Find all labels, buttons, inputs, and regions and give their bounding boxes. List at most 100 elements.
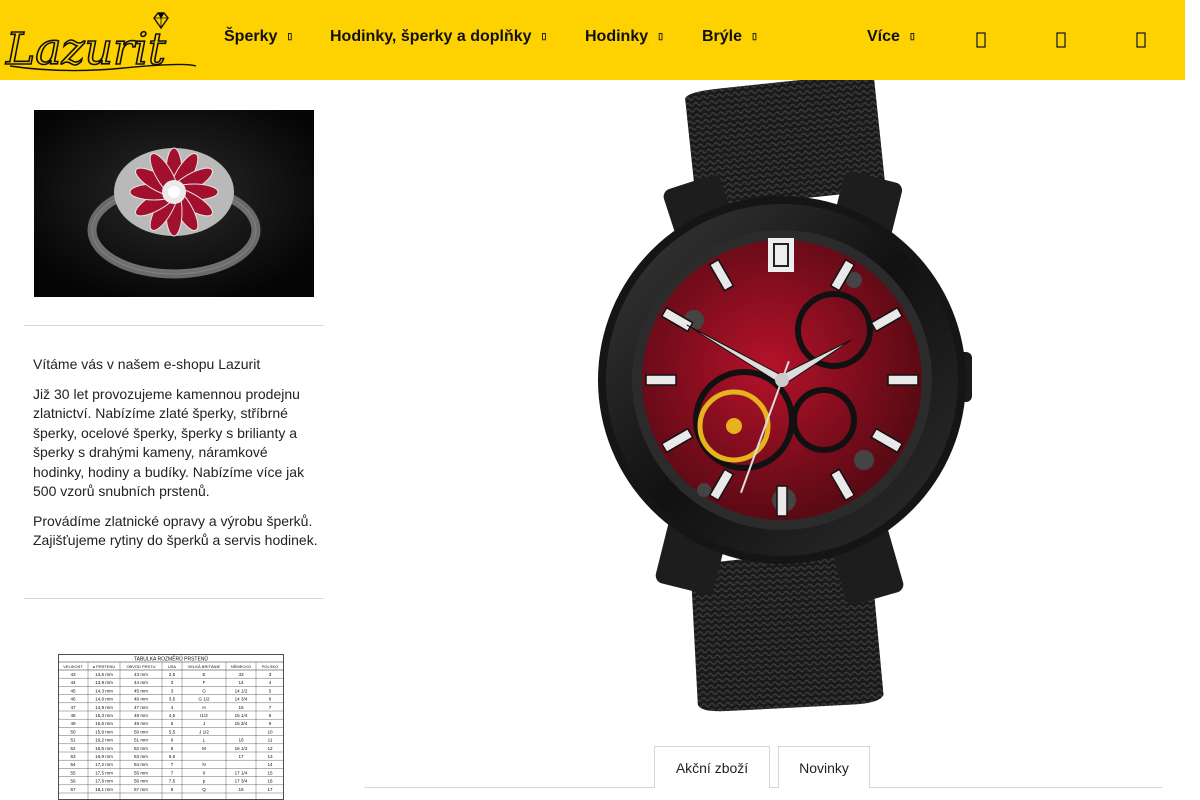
size-table-cell: 14,9 mm: [95, 705, 113, 710]
product-hero-image[interactable]: [364, 80, 1162, 720]
size-table-cell: 17,2 mm: [95, 762, 113, 767]
chevron-down-icon: ▯: [541, 31, 547, 42]
size-table-cell: 16: [267, 779, 273, 784]
nav-item-vice[interactable]: Více ▯: [867, 28, 915, 46]
size-table-cell: 13: [267, 754, 273, 759]
ring-banner-image[interactable]: [34, 110, 314, 297]
size-table-cell: E: [202, 672, 205, 677]
size-table-cell: 51: [70, 738, 76, 743]
size-table-cell: 15,6 mm: [95, 721, 113, 726]
size-table-cell: 15,9 mm: [95, 729, 113, 734]
product-tabs: Akční zboží Novinky: [364, 746, 1162, 788]
ring-size-table-image[interactable]: TABULKA ROZMĚRŮ PRSTENŮ VELIKOST ø PRSTENU…: [58, 654, 284, 800]
user-icon[interactable]: [1056, 32, 1072, 50]
size-table-header: POLSKO: [262, 664, 278, 669]
size-table-cell: 13,6 mm: [95, 672, 113, 677]
nav-item-hodinky-sperky-doplnky[interactable]: Hodinky, šperky a doplňky ▯: [330, 28, 547, 46]
size-table-cell: 17 3/4: [235, 779, 248, 784]
size-table-cell: 7,5: [169, 779, 176, 784]
size-table-cell: 14,6 mm: [95, 697, 113, 702]
size-table-cell: 16,9 mm: [95, 754, 113, 759]
size-table-cell: 14: [238, 680, 244, 685]
size-table-cell: G: [202, 688, 206, 693]
size-table-cell: 16 1/2: [235, 746, 248, 751]
sidebar: Vítáme vás v našem e-shopu Lazurit Již 3…: [24, 80, 324, 800]
site-header: Lazurit Šperky ▯ Hodinky, šperky a doplňk…: [0, 0, 1185, 80]
size-table-cell: L: [203, 738, 206, 743]
size-table-cell: 14 3/4: [235, 697, 248, 702]
welcome-title: Vítáme vás v našem e-shopu Lazurit: [33, 356, 261, 372]
size-table-cell: 57 mm: [134, 787, 148, 792]
size-table-cell: 53 mm: [134, 754, 148, 759]
nav-item-bryle[interactable]: Brýle ▯: [702, 28, 757, 46]
size-table-cell: 33: [238, 672, 244, 677]
nav-label: Šperky: [224, 28, 278, 45]
size-table-cell: 10: [267, 729, 273, 734]
size-table-cell: 51 mm: [134, 738, 148, 743]
nav-label: Více: [867, 28, 900, 45]
nav-item-hodinky[interactable]: Hodinky ▯: [585, 28, 663, 46]
size-table-cell: 15,3 mm: [95, 713, 113, 718]
size-table-cell: 5,5: [169, 729, 176, 734]
size-table-cell: 16,2 mm: [95, 738, 113, 743]
nav-label: Brýle: [702, 28, 743, 45]
size-table-cell: 54 mm: [134, 762, 148, 767]
size-table-cell: 18,1 mm: [95, 787, 113, 792]
size-table-cell: 7: [269, 705, 272, 710]
size-table-cell: 17,5 mm: [95, 770, 113, 775]
size-table-cell: 18: [238, 787, 244, 792]
size-table-cell: 16: [238, 738, 244, 743]
size-table-cell: 14 1/2: [235, 688, 248, 693]
size-table-cell: F: [203, 680, 206, 685]
size-table-cell: Q: [202, 787, 206, 792]
search-icon[interactable]: [976, 32, 992, 50]
size-table-cell: 43 mm: [134, 672, 148, 677]
tab-akcni-zbozi[interactable]: Akční zboží: [654, 746, 770, 788]
chevron-down-icon: ▯: [752, 31, 757, 42]
divider: [24, 598, 324, 599]
size-table-cell: N: [202, 762, 205, 767]
size-table-cell: 45: [70, 688, 76, 693]
size-table-cell: G 1/2: [198, 697, 210, 702]
cart-icon[interactable]: [1136, 32, 1152, 50]
chevron-down-icon: ▯: [658, 31, 664, 42]
size-table-cell: 44: [70, 680, 76, 685]
size-table-cell: 12: [267, 746, 273, 751]
nav-label: Hodinky: [585, 28, 649, 45]
size-table-cell: 50: [70, 729, 76, 734]
size-table-cell: 55 mm: [134, 770, 148, 775]
welcome-text: Vítáme vás v našem e-shopu Lazurit Již 3…: [33, 355, 318, 561]
size-table-cell: 48 mm: [134, 713, 148, 718]
chevron-down-icon: ▯: [909, 31, 915, 42]
size-table-cell: 15 3/4: [235, 721, 248, 726]
size-table-cell: 46 mm: [134, 697, 148, 702]
size-table-cell: 9: [269, 721, 272, 726]
size-table-cell: 14,3 mm: [95, 688, 113, 693]
size-table-cell: 16,6 mm: [95, 746, 113, 751]
size-table-cell: 3: [171, 680, 174, 685]
size-table-cell: I1/2: [200, 713, 208, 718]
size-table-cell: 8: [171, 787, 174, 792]
lazurit-logo[interactable]: Lazurit: [4, 8, 200, 72]
size-table-cell: 6,5: [169, 754, 176, 759]
size-table-title: TABULKA ROZMĚRŮ PRSTENŮ: [134, 655, 208, 663]
size-table-header: USA: [168, 664, 177, 669]
size-table-cell: 53: [70, 754, 76, 759]
size-table-cell: 49 mm: [134, 721, 148, 726]
size-table-cell: 57: [70, 787, 76, 792]
size-table-cell: H: [202, 705, 205, 710]
size-table-cell: 48: [70, 713, 76, 718]
size-table-cell: 47 mm: [134, 705, 148, 710]
size-table-cell: M: [202, 746, 206, 751]
divider: [24, 325, 324, 326]
size-table-cell: 7: [171, 770, 174, 775]
size-table-cell: 5: [269, 688, 272, 693]
nav-item-sperky[interactable]: Šperky ▯: [224, 28, 292, 46]
size-table-cell: 52: [70, 746, 76, 751]
size-table-cell: 11: [268, 738, 273, 743]
size-table-cell: 47: [70, 705, 76, 710]
size-table-header: VELKÁ BRITÁNIE: [188, 664, 221, 669]
size-table-cell: 5: [171, 721, 174, 726]
tab-novinky[interactable]: Novinky: [778, 746, 870, 788]
size-table-cell: J 1/2: [199, 729, 209, 734]
